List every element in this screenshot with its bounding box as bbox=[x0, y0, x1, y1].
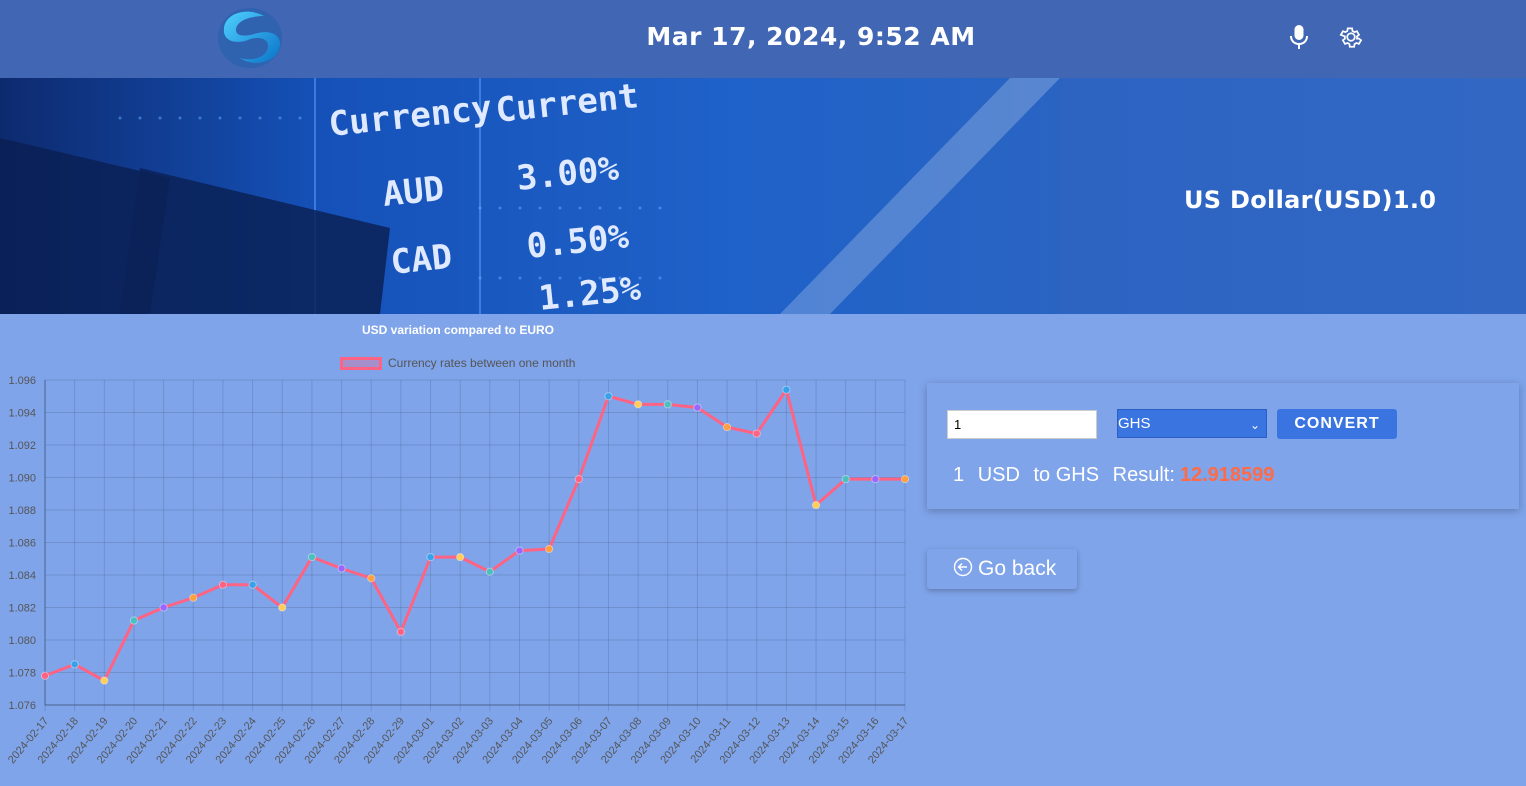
data-point bbox=[782, 385, 791, 394]
y-tick-label: 1.080 bbox=[8, 635, 36, 647]
data-point bbox=[693, 403, 702, 412]
amount-input[interactable]: 1 bbox=[947, 410, 1097, 439]
go-back-label: Go back bbox=[978, 557, 1057, 580]
selected-currency: GHS bbox=[1118, 415, 1151, 432]
data-point bbox=[100, 676, 109, 685]
rate-chart: USD variation compared to EURO Currency … bbox=[0, 318, 916, 786]
data-point bbox=[574, 475, 583, 484]
converter-card: 1 GHS ⌄ CONVERT 1 USD to GHS Result: 12.9… bbox=[927, 383, 1519, 509]
data-point bbox=[129, 616, 139, 625]
convert-button[interactable]: CONVERT bbox=[1277, 409, 1397, 439]
photo-row-code: CAD bbox=[389, 237, 454, 283]
data-point bbox=[545, 544, 554, 554]
y-tick-label: 1.086 bbox=[8, 538, 36, 550]
conversion-result: 1 USD to GHS Result: 12.918599 bbox=[953, 464, 1282, 487]
y-tick-label: 1.090 bbox=[8, 473, 36, 485]
data-point bbox=[485, 567, 494, 576]
chevron-down-icon: ⌄ bbox=[1249, 418, 1260, 432]
data-point bbox=[900, 475, 910, 484]
go-back-button[interactable]: Go back bbox=[927, 549, 1077, 589]
result-value: 12.918599 bbox=[1179, 464, 1275, 486]
result-to-currency: to GHS bbox=[1033, 464, 1100, 486]
data-point bbox=[604, 392, 613, 401]
data-point bbox=[307, 553, 316, 562]
data-point bbox=[278, 603, 287, 612]
y-tick-label: 1.088 bbox=[8, 505, 36, 517]
currency-board-image: Currency Current AUD 3.00% CAD 0.50% 1.2… bbox=[0, 78, 1060, 314]
data-point bbox=[871, 475, 880, 484]
data-point bbox=[663, 400, 672, 409]
hero-banner: Currency Current AUD 3.00% CAD 0.50% 1.2… bbox=[0, 78, 1526, 314]
data-point bbox=[841, 475, 850, 484]
result-from-currency: USD bbox=[977, 464, 1020, 486]
data-point bbox=[396, 627, 405, 636]
data-point bbox=[752, 429, 761, 438]
data-point bbox=[218, 580, 228, 589]
data-point bbox=[634, 400, 643, 409]
data-point bbox=[70, 660, 79, 669]
chart-plot: 1.076 1.078 1.080 1.082 1.084 1.086 1.088 1.090… bbox=[6, 375, 911, 766]
data-point bbox=[248, 580, 257, 589]
result-label: Result: bbox=[1112, 464, 1175, 486]
microphone-icon[interactable] bbox=[1286, 24, 1312, 50]
y-tick-label: 1.078 bbox=[8, 668, 36, 680]
y-tick-label: 1.094 bbox=[8, 408, 36, 420]
circle-arrow-left-icon bbox=[953, 557, 973, 577]
data-point bbox=[337, 564, 346, 573]
data-point bbox=[426, 553, 435, 562]
data-point bbox=[811, 501, 821, 510]
data-point bbox=[367, 574, 376, 583]
y-tick-label: 1.082 bbox=[8, 603, 36, 615]
series-line bbox=[44, 388, 905, 683]
data-point bbox=[40, 671, 50, 680]
data-point bbox=[189, 593, 198, 602]
gear-icon[interactable] bbox=[1338, 24, 1364, 50]
y-tick-label: 1.096 bbox=[8, 375, 36, 387]
y-tick-label: 1.092 bbox=[8, 440, 36, 452]
photo-row-code: AUD bbox=[381, 169, 446, 215]
result-amount: 1 bbox=[953, 464, 965, 486]
top-bar: Mar 17, 2024, 9:52 AM bbox=[0, 0, 1526, 78]
data-point bbox=[159, 603, 168, 612]
data-point bbox=[515, 546, 524, 555]
data-point bbox=[722, 423, 732, 432]
y-tick-label: 1.084 bbox=[8, 570, 36, 582]
y-tick-label: 1.076 bbox=[8, 700, 36, 712]
target-currency-select[interactable]: GHS ⌄ bbox=[1117, 409, 1267, 438]
data-point bbox=[456, 553, 465, 562]
base-currency-label: US Dollar(USD)1.0 bbox=[1184, 186, 1437, 214]
